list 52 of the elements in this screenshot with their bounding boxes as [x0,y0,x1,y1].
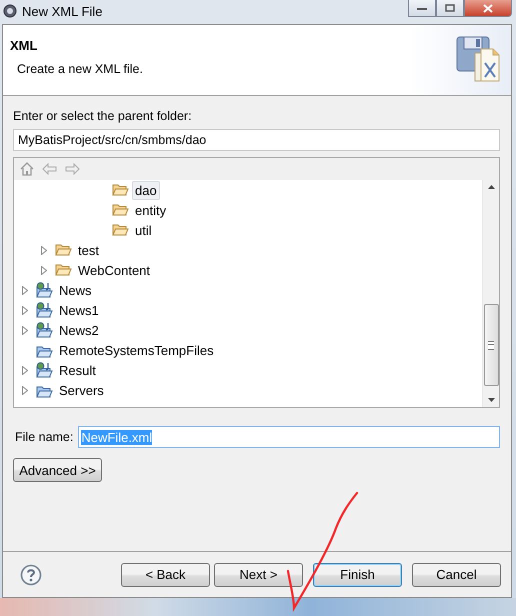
parent-folder-label: Enter or select the parent folder: [13,109,193,125]
folder-icon [112,222,129,238]
dialog-button[interactable]: Next > [214,562,303,586]
close-icon [483,4,493,12]
tree-item[interactable]: News [56,280,95,300]
expand-arrow-icon[interactable] [22,326,28,334]
project-folder-icon [36,362,53,378]
expand-arrow-icon[interactable] [41,266,47,274]
tree-item[interactable]: test [75,240,102,260]
tree-item[interactable]: News1 [56,300,102,320]
page-description: Create a new XML file. [16,62,143,76]
forward-icon[interactable] [65,163,80,175]
tree-item[interactable]: dao [132,180,160,200]
expand-arrow-icon[interactable] [41,246,47,254]
folder-icon [112,182,129,198]
expand-arrow-icon[interactable] [22,286,28,294]
dialog-button[interactable]: Cancel [412,562,501,586]
tree-item[interactable]: RemoteSystemsTempFiles [56,340,217,360]
close-button[interactable] [464,0,512,17]
minimize-icon [417,5,427,11]
tree-item[interactable]: Servers [56,380,107,400]
scroll-up-icon[interactable] [488,185,494,189]
page-title: XML [10,38,38,53]
tree-item[interactable]: WebContent [75,260,154,280]
window-title: New XML File [22,4,104,18]
folder-icon [55,242,72,258]
tree-item[interactable]: News2 [56,320,102,340]
expand-arrow-icon[interactable] [22,306,28,314]
file-name-label: File name: [14,430,74,444]
maximize-button[interactable] [436,0,464,17]
scroll-down-icon[interactable] [488,398,494,402]
expand-arrow-icon[interactable] [22,366,28,374]
folder-icon [112,202,129,218]
parent-folder-field[interactable]: MyBatisProject/src/cn/smbms/dao [13,129,500,151]
back-icon[interactable] [42,163,57,175]
home-icon[interactable] [20,162,34,176]
project-folder-icon [36,322,53,338]
project-folder-icon [36,282,53,298]
dialog-button[interactable]: < Back [121,562,210,586]
scrollbar[interactable] [482,180,499,407]
help-icon[interactable] [20,564,42,586]
tree-item[interactable]: Result [56,360,99,380]
folder-icon [55,262,72,278]
grip-icon [488,340,494,350]
project-folder-icon [36,302,53,318]
tree-item[interactable]: entity [132,200,170,220]
advanced-button[interactable]: Advanced >> [13,458,102,482]
minimize-button[interactable] [408,0,436,17]
expand-arrow-icon[interactable] [22,386,28,394]
tree-item[interactable]: util [132,220,155,240]
maximize-icon [445,4,455,12]
dialog-button[interactable]: Finish [313,562,402,586]
